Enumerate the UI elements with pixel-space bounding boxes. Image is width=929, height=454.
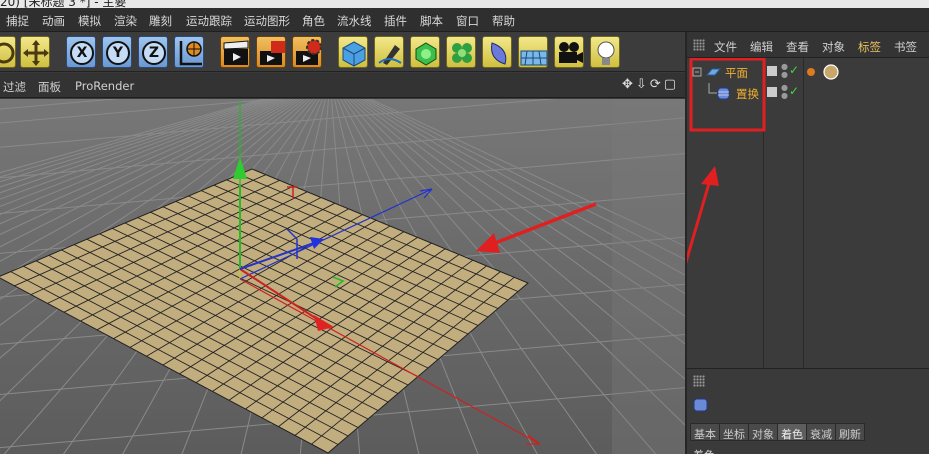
panel-grip-icon[interactable] — [693, 39, 705, 51]
x-axis-lock-button[interactable]: X — [66, 36, 96, 68]
coordinate-system-button[interactable] — [174, 36, 204, 68]
clapper-red-icon — [260, 41, 285, 65]
render-settings-button[interactable] — [292, 36, 322, 68]
menu-sculpt[interactable]: 雕刻 — [149, 13, 172, 29]
cube-object-button[interactable] — [338, 36, 368, 68]
subdivision-cube-icon — [415, 42, 437, 66]
tab-coordinates[interactable]: 坐标 — [719, 423, 749, 441]
menu-render[interactable]: 渲染 — [114, 13, 137, 29]
cube-icon — [342, 41, 366, 67]
tab-falloff[interactable]: 衰减 — [806, 423, 836, 441]
annotation-highlight-box — [689, 58, 766, 132]
light-bulb-icon — [597, 41, 615, 65]
tab-basic[interactable]: 基本 — [690, 423, 720, 441]
viewport-menu-prorender[interactable]: ProRender — [75, 79, 134, 93]
3d-viewport[interactable] — [0, 99, 685, 454]
viewport-menu-panel[interactable]: 面板 — [38, 79, 61, 95]
y-axis-label: Y — [106, 41, 130, 65]
light-button[interactable] — [590, 36, 620, 68]
menu-simulate[interactable]: 模拟 — [78, 13, 101, 29]
cloner-button[interactable] — [446, 36, 476, 68]
om-menu-view[interactable]: 查看 — [786, 39, 809, 55]
camera-button[interactable] — [554, 36, 584, 68]
annotation-arrow-line — [687, 179, 712, 264]
viewport-scene — [0, 99, 685, 454]
viewport-menu-filter[interactable]: 过滤 — [3, 79, 26, 95]
menu-plugins[interactable]: 插件 — [384, 13, 407, 29]
om-menu-edit[interactable]: 编辑 — [750, 39, 773, 55]
world-coordinate-icon — [179, 41, 202, 66]
deformer-button[interactable] — [482, 36, 512, 68]
x-axis-label: X — [70, 41, 94, 65]
tab-object[interactable]: 对象 — [748, 423, 778, 441]
menu-window[interactable]: 窗口 — [456, 13, 479, 29]
floor-grid-icon — [520, 50, 548, 66]
y-axis-lock-button[interactable]: Y — [102, 36, 132, 68]
camera-icon — [559, 42, 583, 63]
viewport-menu-bar: 过滤 面板 ProRender ✥⇩⟳▢ — [0, 73, 685, 98]
menu-mograph[interactable]: 运动图形 — [244, 13, 290, 29]
clapper-gear-icon — [296, 39, 322, 65]
rotate-tool-button[interactable] — [0, 36, 16, 68]
menu-help[interactable]: 帮助 — [492, 13, 515, 29]
object-manager-menu: 文件 编辑 查看 对象 标签 书签 — [687, 32, 929, 58]
object-manager-panel: 文件 编辑 查看 对象 标签 书签 平面 ● ● ✓ 置换 ● ● ✓ — [685, 32, 929, 368]
om-menu-bookmarks[interactable]: 书签 — [894, 39, 917, 55]
section-label: 着色 — [693, 447, 715, 454]
floor-environment-button[interactable] — [518, 36, 548, 68]
menu-animate[interactable]: 动画 — [42, 13, 65, 29]
move-arrows-icon — [23, 40, 49, 66]
spline-pen-button[interactable] — [374, 36, 404, 68]
clapper-icon — [223, 40, 249, 65]
rotate-icon — [0, 42, 15, 64]
render-picture-viewer-button[interactable] — [256, 36, 286, 68]
attribute-manager-panel: 基本 坐标 对象 着色 衰减 刷新 着色 — [685, 368, 929, 454]
render-view-button[interactable] — [220, 36, 250, 68]
pen-icon — [378, 45, 402, 65]
bend-deformer-icon — [491, 42, 507, 65]
menu-snap[interactable]: 捕捉 — [6, 13, 29, 29]
om-menu-tags[interactable]: 标签 — [858, 39, 881, 55]
panel-grip-icon[interactable] — [693, 375, 705, 387]
cloner-icon — [452, 43, 472, 63]
menu-script[interactable]: 脚本 — [420, 13, 443, 29]
menu-character[interactable]: 角色 — [302, 13, 325, 29]
om-menu-file[interactable]: 文件 — [714, 39, 737, 55]
tab-refresh[interactable]: 刷新 — [835, 423, 865, 441]
z-axis-label: Z — [142, 41, 166, 65]
menu-pipeline[interactable]: 流水线 — [337, 13, 372, 29]
main-toolbar: X Y Z — [0, 32, 685, 72]
z-axis-lock-button[interactable]: Z — [138, 36, 168, 68]
subdivision-button[interactable] — [410, 36, 440, 68]
annotation-arrow-head — [701, 166, 719, 186]
displace-deformer-icon — [693, 398, 708, 412]
menu-bar: 捕捉 动画 模拟 渲染 雕刻 运动跟踪 运动图形 角色 流水线 插件 脚本 窗口… — [0, 8, 929, 32]
move-tool-button[interactable] — [20, 36, 50, 68]
menu-motion-tracking[interactable]: 运动跟踪 — [186, 13, 232, 29]
annotation-overlay — [687, 58, 766, 264]
viewport-navigation-icons[interactable]: ✥⇩⟳▢ — [622, 77, 679, 92]
window-title: 20) [未标题 3 *] - 主要 — [0, 0, 127, 8]
window-title-bar: 20) [未标题 3 *] - 主要 — [0, 0, 929, 8]
tab-shading[interactable]: 着色 — [777, 423, 807, 441]
viewport-right-fade — [612, 99, 685, 454]
om-menu-objects[interactable]: 对象 — [822, 39, 845, 55]
